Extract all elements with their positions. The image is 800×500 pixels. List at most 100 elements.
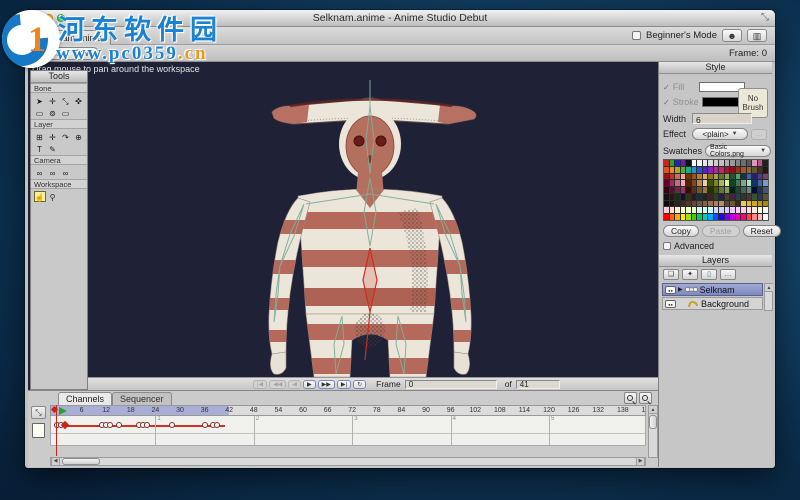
zoom-workspace-tool[interactable]: ⚲ (46, 190, 59, 202)
color-swatch[interactable] (675, 180, 680, 187)
color-swatch[interactable] (752, 193, 757, 200)
color-swatch[interactable] (741, 180, 746, 187)
color-swatch[interactable] (675, 187, 680, 193)
color-swatch[interactable] (691, 200, 697, 207)
add-bone-tool[interactable]: ▭ (33, 106, 46, 118)
vscroll-thumb[interactable] (649, 415, 657, 429)
color-swatch[interactable] (741, 160, 746, 166)
color-swatch[interactable] (730, 187, 735, 193)
hscroll-thumb[interactable] (62, 458, 100, 465)
color-swatch[interactable] (724, 160, 730, 166)
color-swatch[interactable] (686, 214, 691, 220)
playhead-line[interactable] (56, 405, 57, 456)
color-swatch[interactable] (719, 214, 724, 220)
color-swatch[interactable] (757, 200, 763, 207)
color-swatch[interactable] (730, 173, 735, 180)
color-swatch[interactable] (730, 180, 735, 187)
color-swatch[interactable] (702, 187, 708, 193)
color-swatch[interactable] (691, 160, 697, 166)
document-tab[interactable]: Selknam.anime (31, 30, 112, 45)
keyframe-dot[interactable] (144, 422, 151, 428)
color-swatch[interactable] (763, 193, 768, 200)
advanced-checkbox[interactable] (663, 242, 671, 250)
color-swatch[interactable] (708, 214, 713, 220)
color-swatch[interactable] (708, 207, 713, 214)
keyframe-dot[interactable] (107, 422, 114, 428)
bone-strength-tool[interactable]: ⊚ (46, 106, 59, 118)
keyframe-dot[interactable] (201, 422, 208, 428)
color-swatch[interactable] (691, 180, 697, 187)
color-swatch[interactable] (697, 187, 702, 193)
color-swatch[interactable] (752, 173, 757, 180)
color-swatch[interactable] (746, 173, 752, 180)
color-swatch[interactable] (730, 166, 735, 173)
color-swatch[interactable] (686, 193, 691, 200)
zoom-camera-tool[interactable]: ∞ (46, 166, 59, 178)
loop-button[interactable]: ↻ (353, 379, 367, 389)
color-swatch[interactable] (735, 173, 741, 180)
color-swatch[interactable] (675, 214, 680, 220)
color-swatch[interactable] (669, 180, 675, 187)
color-swatch[interactable] (746, 187, 752, 193)
layer-row-selknam[interactable]: ●● ▶ Selknam (662, 283, 763, 296)
color-swatch[interactable] (746, 180, 752, 187)
playback-frame-field[interactable]: 0 (404, 379, 497, 389)
color-swatch[interactable] (713, 207, 719, 214)
color-swatch[interactable] (724, 166, 730, 173)
color-swatch[interactable] (702, 180, 708, 187)
title-bar[interactable]: Selknam.anime - Anime Studio Debut ⤡ (25, 10, 775, 27)
timeline-zoom-out-button[interactable] (639, 392, 652, 404)
color-swatch[interactable] (746, 214, 752, 220)
color-swatch[interactable] (752, 200, 757, 207)
color-swatch[interactable] (697, 160, 702, 166)
color-swatch[interactable] (675, 160, 680, 166)
reset-view-button[interactable]: Reset View (37, 47, 99, 60)
color-swatch[interactable] (746, 207, 752, 214)
color-swatch[interactable] (763, 173, 768, 180)
step-back-button[interactable]: ◀◀ (269, 379, 287, 389)
color-swatch[interactable] (741, 173, 746, 180)
timeline-expand-button[interactable]: ⤡ (31, 406, 46, 419)
color-swatch[interactable] (730, 193, 735, 200)
fill-checkbox[interactable]: ✓ (663, 83, 670, 92)
hscroll-left-arrow[interactable]: ◀ (51, 458, 60, 465)
keyframe-dot[interactable] (213, 422, 220, 428)
layer-visibility-icon[interactable]: ●● (665, 285, 676, 294)
timeline-vscrollbar[interactable]: ▲ (648, 405, 658, 458)
color-swatch[interactable] (724, 200, 730, 207)
color-swatch[interactable] (669, 193, 675, 200)
color-swatch[interactable] (691, 166, 697, 173)
new-layer-button[interactable]: ❏ (663, 269, 679, 280)
insert-text-tool[interactable]: T (33, 142, 46, 154)
play-button[interactable]: ▶ (303, 379, 316, 389)
color-swatch[interactable] (680, 187, 686, 193)
scale-bone-tool[interactable]: ⤡ (59, 94, 72, 106)
color-swatch[interactable] (680, 207, 686, 214)
color-swatch[interactable] (708, 180, 713, 187)
translate-bone-tool[interactable]: ✛ (46, 94, 59, 106)
color-swatch[interactable] (735, 214, 741, 220)
color-swatch[interactable] (697, 173, 702, 180)
color-swatch[interactable] (702, 214, 708, 220)
color-swatch[interactable] (713, 160, 719, 166)
color-swatch[interactable] (730, 200, 735, 207)
keyframe-dot[interactable] (115, 422, 122, 428)
color-swatch[interactable] (763, 207, 768, 214)
color-swatch[interactable] (752, 207, 757, 214)
color-swatch[interactable] (730, 160, 735, 166)
color-swatch[interactable] (691, 193, 697, 200)
jump-start-button[interactable]: |◀ (253, 379, 268, 389)
hscroll-right-arrow[interactable]: ▶ (636, 458, 645, 465)
color-swatch[interactable] (735, 200, 741, 207)
panel-toggle-button[interactable]: ▥ (747, 29, 767, 42)
pan-workspace-tool[interactable]: ☝ (33, 190, 46, 202)
color-swatch[interactable] (735, 207, 741, 214)
color-swatch[interactable] (763, 187, 768, 193)
color-swatch[interactable] (719, 193, 724, 200)
color-swatch[interactable] (702, 160, 708, 166)
timeline-ruler[interactable]: 6 12 18 24 30 36 42 48 54 60 66 72 78 84 90 96 102 108 114… (50, 405, 646, 416)
color-swatch[interactable] (741, 214, 746, 220)
color-swatch[interactable] (691, 207, 697, 214)
layer-options-button[interactable]: … (720, 269, 736, 280)
color-swatch[interactable] (724, 193, 730, 200)
